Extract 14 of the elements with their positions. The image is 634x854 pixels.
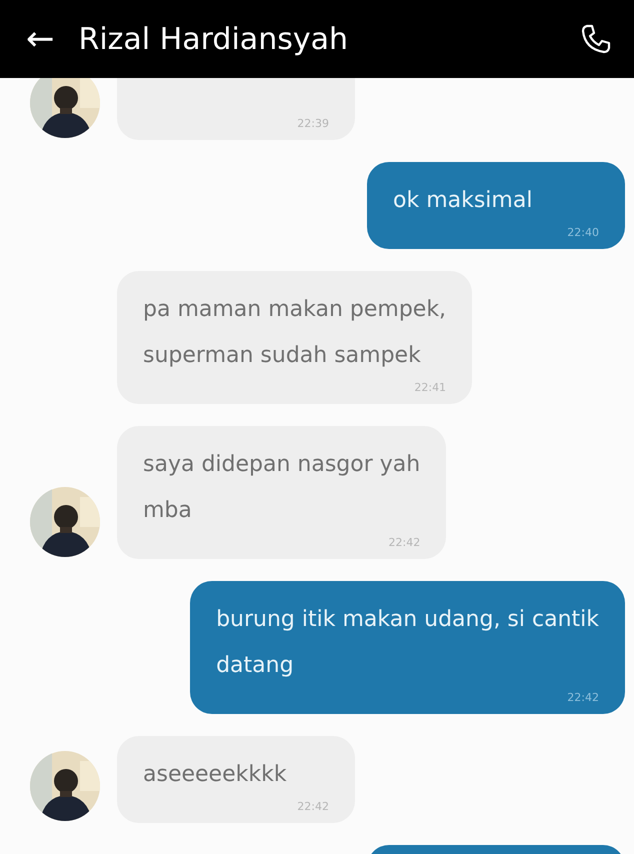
- message-text: aseeeeekkkk: [143, 761, 288, 789]
- back-button[interactable]: ←: [26, 22, 54, 56]
- message-text: ok maksimal: [393, 187, 534, 215]
- phone-icon[interactable]: [580, 23, 612, 55]
- message-time: 22:40: [567, 226, 599, 239]
- message-time: 22:42: [297, 800, 329, 813]
- message-time: 22:41: [414, 381, 446, 394]
- message-time: 22:39: [297, 117, 329, 130]
- message-time: 22:42: [388, 536, 420, 549]
- message-text: saya didepan nasgor yah mba: [143, 451, 420, 525]
- contact-name: Rizal Hardiansyah: [78, 22, 349, 56]
- message-text: pa maman makan pempek, superman sudah sampek: [143, 296, 446, 370]
- message-time: 22:42: [567, 691, 599, 704]
- message-text: burung itik makan udang, si cantik datang: [216, 606, 599, 680]
